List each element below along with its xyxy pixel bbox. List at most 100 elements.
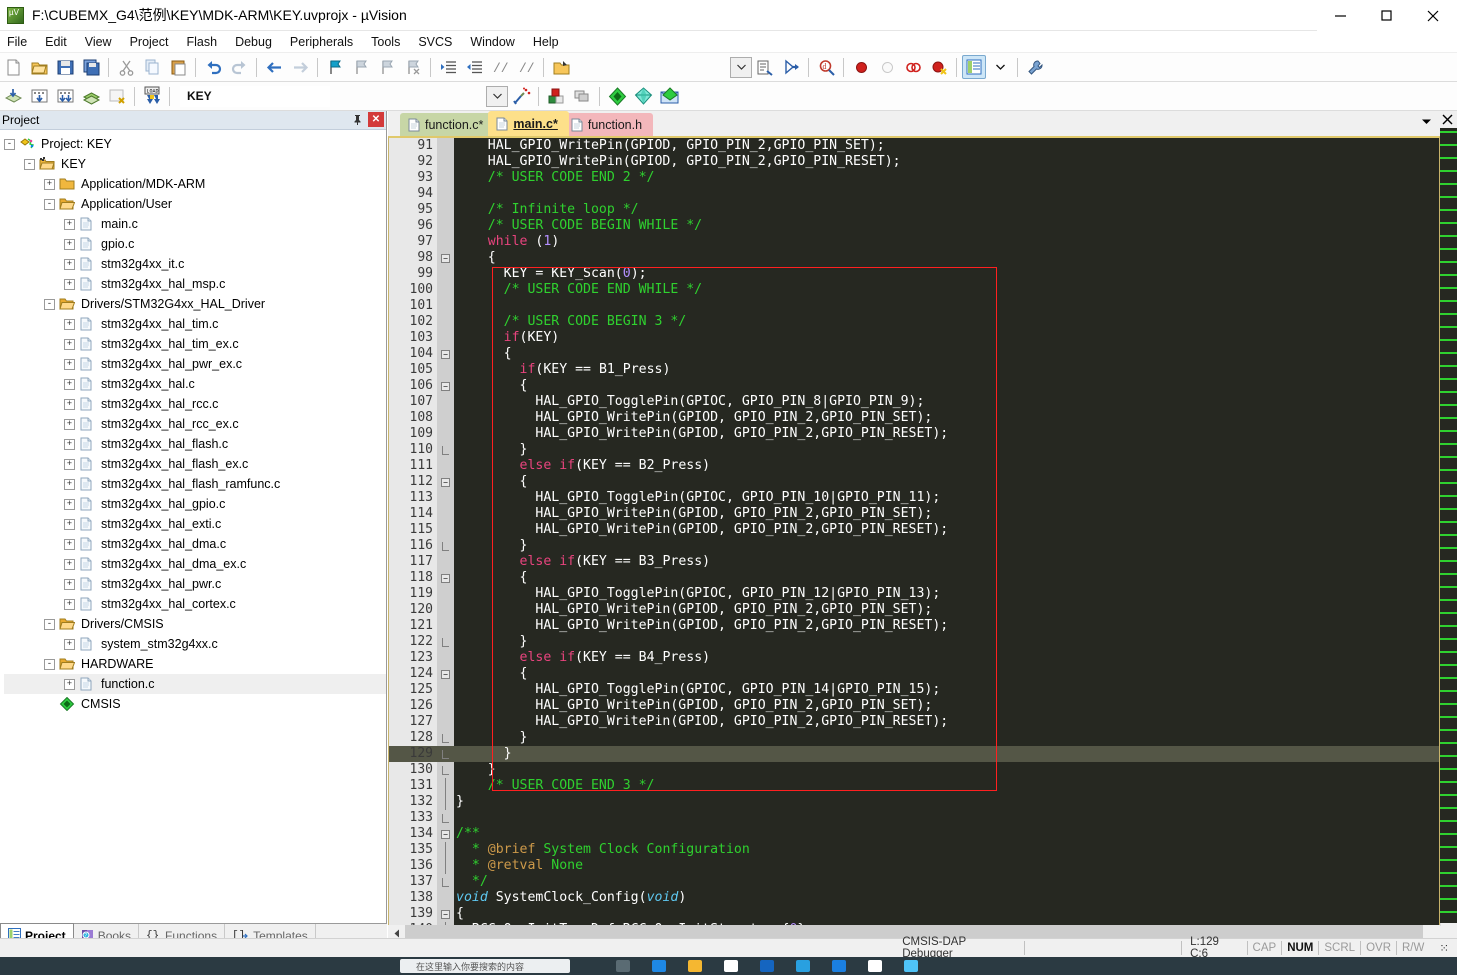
tree-item[interactable]: + stm32g4xx_hal_gpio.c (4, 494, 386, 514)
code-line[interactable]: 95 /* Infinite loop */ (389, 202, 1439, 218)
dropdown-arrow-icon[interactable] (988, 55, 1012, 79)
code-line[interactable]: 110 } (389, 442, 1439, 458)
code-line[interactable]: 116 } (389, 538, 1439, 554)
target-dropdown-button[interactable] (486, 85, 508, 107)
maximize-button[interactable] (1363, 0, 1409, 31)
code-line[interactable]: 123 else if(KEY == B4_Press) (389, 650, 1439, 666)
code-editor[interactable]: 91 HAL_GPIO_WritePin(GPIOD, GPIO_PIN_2,G… (388, 136, 1440, 926)
menu-project[interactable]: Project (121, 33, 178, 51)
collapse-icon[interactable]: - (44, 298, 55, 310)
explorer-icon[interactable] (688, 960, 702, 972)
fold-toggle-icon[interactable]: − (437, 250, 454, 266)
code-line[interactable]: 97 while (1) (389, 234, 1439, 250)
code-line[interactable]: 136 * @retval None (389, 858, 1439, 874)
excel-icon[interactable] (868, 960, 882, 972)
manage-rte-icon[interactable] (631, 84, 655, 108)
batch-build-icon[interactable] (79, 84, 103, 108)
expand-icon[interactable]: + (64, 238, 75, 250)
tree-item[interactable]: + stm32g4xx_hal_tim.c (4, 314, 386, 334)
disable-all-breakpoints-icon[interactable] (901, 55, 925, 79)
code-line[interactable]: 109 HAL_GPIO_WritePin(GPIOD, GPIO_PIN_2,… (389, 426, 1439, 442)
pin-icon[interactable] (350, 112, 365, 127)
resize-grip[interactable]: ⁙ (1431, 939, 1457, 958)
code-line[interactable]: 99 KEY = KEY_Scan(0); (389, 266, 1439, 282)
menu-edit[interactable]: Edit (36, 33, 76, 51)
comment-icon[interactable]: //≡ (488, 55, 512, 79)
expand-icon[interactable]: + (64, 218, 75, 230)
code-line[interactable]: 108 HAL_GPIO_WritePin(GPIOD, GPIO_PIN_2,… (389, 410, 1439, 426)
code-line[interactable]: 119 HAL_GPIO_TogglePin(GPIOC, GPIO_PIN_1… (389, 586, 1439, 602)
app2-icon[interactable] (832, 960, 846, 972)
menu-tools[interactable]: Tools (362, 33, 409, 51)
expand-icon[interactable]: + (64, 538, 75, 550)
code-line[interactable]: 92 HAL_GPIO_WritePin(GPIOD, GPIO_PIN_2,G… (389, 154, 1439, 170)
close-button[interactable] (1409, 0, 1457, 31)
code-line[interactable]: 111 else if(KEY == B2_Press) (389, 458, 1439, 474)
chevron-down-icon[interactable] (1421, 114, 1432, 128)
code-line[interactable]: 107 HAL_GPIO_TogglePin(GPIOC, GPIO_PIN_8… (389, 394, 1439, 410)
tree-item[interactable]: + stm32g4xx_hal_rcc_ex.c (4, 414, 386, 434)
toolbar-dropdown-button[interactable] (730, 56, 752, 78)
expand-icon[interactable]: + (64, 258, 75, 270)
build-icon[interactable] (27, 84, 51, 108)
code-line[interactable]: 130 } (389, 762, 1439, 778)
expand-icon[interactable]: + (64, 558, 75, 570)
indent-icon[interactable] (436, 55, 460, 79)
open-file-icon[interactable] (27, 55, 51, 79)
code-line[interactable]: 127 HAL_GPIO_WritePin(GPIOD, GPIO_PIN_2,… (389, 714, 1439, 730)
store-icon[interactable] (724, 960, 738, 972)
configure-toolbar-icon[interactable] (1023, 55, 1047, 79)
kill-all-breakpoints-icon[interactable] (927, 55, 951, 79)
fold-toggle-icon[interactable]: − (437, 666, 454, 682)
uvision-task-icon[interactable] (904, 960, 918, 972)
fold-toggle-icon[interactable]: − (437, 906, 454, 922)
tree-item[interactable]: + stm32g4xx_hal_msp.c (4, 274, 386, 294)
code-line[interactable]: 129 } (389, 746, 1439, 762)
tree-item[interactable]: - Drivers/CMSIS (4, 614, 386, 634)
download-icon[interactable]: LOAD (140, 84, 164, 108)
code-line[interactable]: 106− { (389, 378, 1439, 394)
tree-item[interactable]: - KEY (4, 154, 386, 174)
tree-item[interactable]: - Drivers/STM32G4xx_HAL_Driver (4, 294, 386, 314)
code-line[interactable]: 125 HAL_GPIO_TogglePin(GPIOC, GPIO_PIN_1… (389, 682, 1439, 698)
code-line[interactable]: 126 HAL_GPIO_WritePin(GPIOD, GPIO_PIN_2,… (389, 698, 1439, 714)
menu-svcs[interactable]: SVCS (409, 33, 461, 51)
expand-icon[interactable]: + (64, 478, 75, 490)
tree-item[interactable]: - Application/User (4, 194, 386, 214)
tree-item[interactable]: + main.c (4, 214, 386, 234)
code-line[interactable]: 117 else if(KEY == B3_Press) (389, 554, 1439, 570)
collapse-icon[interactable]: - (24, 158, 35, 170)
editor-tab-main-c[interactable]: main.c* (488, 111, 569, 136)
expand-icon[interactable]: + (64, 438, 75, 450)
expand-icon[interactable]: + (64, 418, 75, 430)
undo-icon[interactable] (201, 55, 225, 79)
tree-item[interactable]: + stm32g4xx_hal_tim_ex.c (4, 334, 386, 354)
code-line[interactable]: 94 (389, 186, 1439, 202)
code-line[interactable]: 103 if(KEY) (389, 330, 1439, 346)
chrome-icon[interactable] (796, 960, 810, 972)
close-icon[interactable] (1442, 114, 1453, 128)
code-line[interactable]: 133 (389, 810, 1439, 826)
configure-icon[interactable] (753, 55, 777, 79)
target-select[interactable]: KEY (180, 85, 330, 107)
code-line[interactable]: 96 /* USER CODE BEGIN WHILE */ (389, 218, 1439, 234)
code-line[interactable]: 120 HAL_GPIO_WritePin(GPIOD, GPIO_PIN_2,… (389, 602, 1439, 618)
code-line[interactable]: 124− { (389, 666, 1439, 682)
bookmark-clear-icon[interactable] (401, 55, 425, 79)
expand-icon[interactable]: + (64, 458, 75, 470)
expand-icon[interactable]: + (64, 678, 75, 690)
tree-item[interactable]: + stm32g4xx_hal_flash.c (4, 434, 386, 454)
fold-toggle-icon[interactable]: − (437, 474, 454, 490)
find-in-files-icon[interactable]: d (814, 55, 838, 79)
tree-item[interactable]: + stm32g4xx_hal_rcc.c (4, 394, 386, 414)
code-line[interactable]: 128 } (389, 730, 1439, 746)
app-blue-icon[interactable] (760, 960, 774, 972)
cut-icon[interactable] (114, 55, 138, 79)
expand-icon[interactable]: + (64, 398, 75, 410)
code-line[interactable]: 98− { (389, 250, 1439, 266)
collapse-icon[interactable]: - (44, 198, 55, 210)
expand-icon[interactable]: + (64, 518, 75, 530)
goto-definition-icon[interactable] (779, 55, 803, 79)
manage-project-items-icon[interactable] (544, 84, 568, 108)
code-line[interactable]: 100 /* USER CODE END WHILE */ (389, 282, 1439, 298)
